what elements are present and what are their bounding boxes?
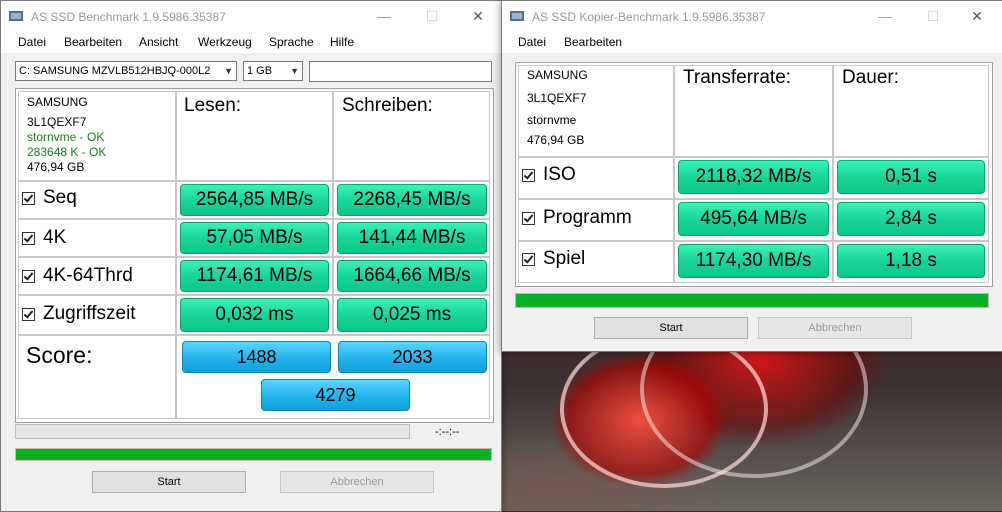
minimize-icon[interactable]: — (862, 1, 908, 31)
test-programm-label: Programm (543, 207, 632, 228)
test-programm[interactable]: Programm (522, 207, 632, 229)
score-read: 1488 (182, 341, 331, 373)
chevron-down-icon: ▼ (290, 66, 299, 76)
score-total: 4279 (261, 379, 410, 411)
4k-read-value: 57,05 MB/s (180, 222, 329, 254)
drive-select[interactable]: C: SAMSUNG MZVLB512HBJQ-000L2 ▼ (15, 61, 237, 81)
device-name: SAMSUNG (27, 95, 88, 109)
score-write: 2033 (338, 341, 487, 373)
abort-button[interactable]: Abbrechen (280, 471, 434, 493)
results-panel: SAMSUNG 3L1QEXF7 stornvme - OK 283648 K … (15, 88, 494, 423)
iso-rate-value: 2118,32 MB/s (678, 160, 829, 194)
window-title: AS SSD Kopier-Benchmark 1.9.5986.35387 (532, 10, 766, 24)
4k64-read-value: 1174,61 MB/s (180, 260, 329, 292)
maximize-icon[interactable]: ☐ (409, 1, 455, 31)
abort-button[interactable]: Abbrechen (758, 317, 912, 339)
copy-benchmark-window: AS SSD Kopier-Benchmark 1.9.5986.35387 —… (501, 0, 1002, 352)
device-serial: 3L1QEXF7 (527, 91, 587, 105)
checkbox-icon[interactable] (22, 269, 35, 283)
benchmark-titlebar[interactable]: AS SSD Benchmark 1.9.5986.35387 — ☐ ✕ (1, 1, 501, 31)
test-4k[interactable]: 4K (22, 227, 66, 249)
4k-write-value: 141,44 MB/s (337, 222, 487, 254)
device-capacity: 476,94 GB (27, 160, 85, 174)
test-seq[interactable]: Seq (22, 187, 77, 209)
log-input[interactable] (309, 61, 492, 82)
test-seq-label: Seq (43, 187, 77, 208)
menu-ansicht[interactable]: Ansicht (139, 35, 178, 49)
start-button[interactable]: Start (92, 471, 246, 493)
time-progress-bar (15, 424, 410, 439)
drive-select-value: C: SAMSUNG MZVLB512HBJQ-000L2 (19, 65, 211, 77)
device-capacity: 476,94 GB (527, 133, 585, 147)
size-select-value: 1 GB (247, 65, 273, 77)
test-spiel[interactable]: Spiel (522, 248, 585, 270)
time-header: Dauer: (842, 67, 900, 88)
seq-write-value: 2268,45 MB/s (337, 184, 487, 216)
menu-datei[interactable]: Datei (18, 35, 46, 49)
test-4k-label: 4K (43, 227, 67, 248)
alignment-status: 283648 K - OK (27, 145, 107, 159)
menu-bearbeiten[interactable]: Bearbeiten (64, 35, 122, 49)
4k64-write-value: 1664,66 MB/s (337, 260, 487, 292)
checkbox-icon[interactable] (22, 307, 35, 321)
access-read-value: 0,032 ms (180, 298, 329, 332)
programm-rate-value: 495,64 MB/s (678, 202, 829, 236)
spiel-time-value: 1,18 s (837, 244, 985, 278)
menu-hilfe[interactable]: Hilfe (330, 35, 354, 49)
menu-sprache[interactable]: Sprache (269, 35, 314, 49)
checkbox-icon[interactable] (522, 252, 535, 266)
app-icon (9, 11, 23, 21)
elapsed-time: -:--:-- (435, 426, 460, 438)
minimize-icon[interactable]: — (361, 1, 407, 31)
progress-bar (15, 448, 492, 461)
window-title: AS SSD Benchmark 1.9.5986.35387 (31, 10, 226, 24)
device-serial: 3L1QEXF7 (27, 115, 87, 129)
iso-time-value: 0,51 s (837, 160, 985, 194)
checkbox-icon[interactable] (522, 211, 535, 225)
driver-status: stornvme - OK (27, 130, 105, 144)
checkbox-icon[interactable] (522, 168, 535, 182)
close-icon[interactable]: ✕ (954, 1, 1000, 31)
close-icon[interactable]: ✕ (455, 1, 501, 31)
test-4k-64thrd[interactable]: 4K-64Thrd (22, 265, 133, 287)
test-4k-64thrd-label: 4K-64Thrd (43, 265, 133, 286)
benchmark-window: AS SSD Benchmark 1.9.5986.35387 — ☐ ✕ Da… (0, 0, 502, 512)
rate-header: Transferrate: (683, 67, 792, 88)
menubar: Datei Bearbeiten Ansicht Werkzeug Sprach… (1, 31, 501, 53)
device-name: SAMSUNG (527, 68, 588, 82)
start-button[interactable]: Start (594, 317, 748, 339)
test-iso-label: ISO (543, 164, 576, 185)
menu-datei[interactable]: Datei (518, 35, 546, 49)
copy-results-panel: SAMSUNG 3L1QEXF7 stornvme 476,94 GB Tran… (515, 62, 993, 287)
menubar: Datei Bearbeiten (502, 31, 1002, 53)
test-iso[interactable]: ISO (522, 164, 576, 186)
size-select[interactable]: 1 GB ▼ (243, 61, 303, 81)
test-spiel-label: Spiel (543, 248, 586, 269)
seq-read-value: 2564,85 MB/s (180, 184, 329, 216)
checkbox-icon[interactable] (22, 231, 35, 245)
test-access-time[interactable]: Zugriffszeit (22, 303, 136, 325)
driver-name: stornvme (527, 113, 577, 127)
read-header: Lesen: (184, 95, 242, 116)
progress-bar (515, 293, 989, 308)
write-header: Schreiben: (342, 95, 433, 116)
programm-time-value: 2,84 s (837, 202, 985, 236)
app-icon (510, 11, 524, 21)
copy-titlebar[interactable]: AS SSD Kopier-Benchmark 1.9.5986.35387 —… (502, 1, 1002, 31)
access-write-value: 0,025 ms (337, 298, 487, 332)
spiel-rate-value: 1174,30 MB/s (678, 244, 829, 278)
checkbox-icon[interactable] (22, 191, 35, 205)
menu-bearbeiten[interactable]: Bearbeiten (564, 35, 622, 49)
score-label: Score: (26, 342, 93, 368)
menu-werkzeug[interactable]: Werkzeug (198, 35, 252, 49)
chevron-down-icon: ▼ (224, 66, 233, 76)
maximize-icon[interactable]: ☐ (910, 1, 956, 31)
test-access-time-label: Zugriffszeit (43, 303, 136, 324)
